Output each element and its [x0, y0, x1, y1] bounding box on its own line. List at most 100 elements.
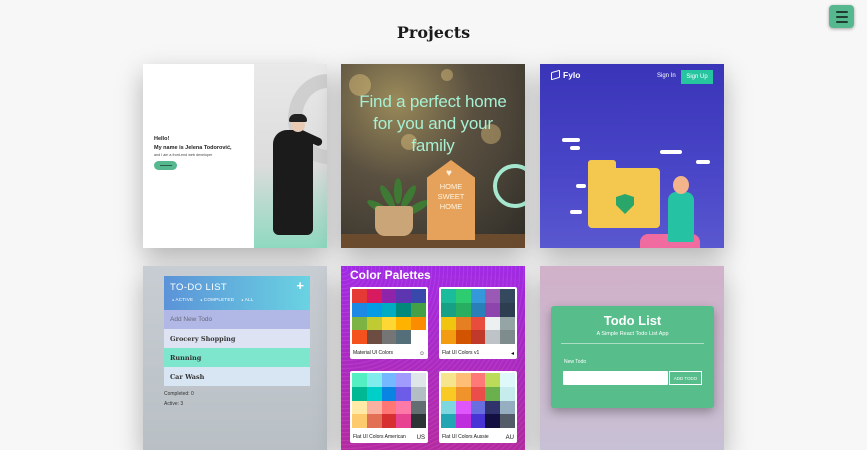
color-swatch	[366, 316, 382, 331]
color-swatch	[500, 386, 515, 401]
palette-name: Material UI Colors	[353, 350, 394, 356]
color-swatch	[411, 316, 426, 331]
color-swatch	[441, 289, 456, 303]
todo-app-title: Todo List	[603, 313, 662, 328]
color-swatch	[441, 302, 456, 317]
color-swatch	[470, 316, 486, 331]
color-swatch	[441, 373, 456, 387]
layers-icon	[551, 69, 560, 81]
color-swatch	[396, 330, 412, 344]
color-swatch	[485, 400, 501, 415]
palette-name: Flat UI Colors Aussie	[442, 434, 489, 440]
plant-pot	[375, 206, 413, 236]
color-swatch	[470, 302, 486, 317]
palette-name: Flat UI Colors v1	[442, 350, 480, 356]
fylo-logo: Fylo	[551, 69, 580, 81]
todo-item: Grocery Shopping	[164, 329, 310, 348]
page-title: Projects	[396, 23, 471, 42]
color-swatch	[455, 414, 471, 428]
color-swatch	[485, 289, 501, 303]
project-card-react-todo[interactable]: Todo List A Simple React Todo List App N…	[540, 266, 724, 450]
todo-item: Running	[164, 348, 310, 367]
color-swatch	[366, 330, 382, 344]
clock-icon	[493, 164, 525, 208]
color-swatch	[500, 414, 515, 428]
active-count: Active: 3	[164, 401, 184, 407]
color-swatch	[366, 400, 382, 415]
color-swatch	[455, 289, 471, 303]
color-swatch	[352, 373, 367, 387]
palette-card: Flat UI Colors American US	[350, 371, 428, 443]
color-swatch	[352, 330, 367, 344]
color-swatch	[485, 414, 501, 428]
color-swatch	[381, 386, 397, 401]
color-swatch	[485, 302, 501, 317]
color-swatch	[411, 289, 426, 303]
todo-panel: Todo List A Simple React Todo List App N…	[551, 306, 714, 408]
greeting: Hello!	[154, 136, 170, 142]
palette-card: Material UI Colors ☺	[350, 287, 428, 359]
sign-up-button: Sign Up	[681, 70, 713, 84]
color-swatch	[396, 400, 412, 415]
swatch-grid	[352, 373, 426, 428]
color-swatch	[366, 373, 382, 387]
color-swatch	[352, 386, 367, 401]
color-swatch	[411, 400, 426, 415]
color-swatch	[441, 330, 456, 344]
color-swatch	[485, 316, 501, 331]
color-swatch	[470, 400, 486, 415]
color-swatch	[500, 373, 515, 387]
color-swatch	[381, 414, 397, 428]
color-swatch	[381, 302, 397, 317]
color-swatch	[381, 373, 397, 387]
color-swatch	[366, 386, 382, 401]
color-swatch	[455, 330, 471, 344]
color-swatch	[352, 289, 367, 303]
color-swatch	[441, 386, 456, 401]
todo-item: Car Wash	[164, 367, 310, 386]
person-illustration	[668, 192, 694, 242]
color-swatch	[396, 373, 412, 387]
add-todo-button: ADD TODO	[669, 371, 702, 385]
project-card-todo[interactable]: TO-DO LIST + ACTIVE COMPLETED ALL Add Ne…	[143, 266, 327, 450]
color-swatch	[411, 386, 426, 401]
plus-icon: +	[296, 278, 304, 293]
new-todo-label: New Todo	[564, 359, 587, 365]
palettes-title: Color Palettes	[350, 268, 431, 282]
color-swatch	[500, 316, 515, 331]
swatch-grid	[441, 373, 515, 428]
color-swatch	[441, 316, 456, 331]
project-card-palettes[interactable]: Color Palettes Material UI Colors ☺ Flat…	[341, 266, 525, 450]
color-swatch	[396, 386, 412, 401]
palette-card: Flat UI Colors Aussie AU	[439, 371, 517, 443]
color-swatch	[470, 330, 486, 344]
color-swatch	[455, 373, 471, 387]
project-card-fylo[interactable]: Fylo Sign In Sign Up	[540, 64, 724, 248]
color-swatch	[470, 414, 486, 428]
house-sign-text: HOME SWEET HOME	[437, 182, 465, 211]
color-swatch	[381, 400, 397, 415]
color-swatch	[411, 373, 426, 387]
color-swatch	[455, 400, 471, 415]
color-swatch	[381, 316, 397, 331]
color-swatch	[441, 400, 456, 415]
color-swatch	[441, 414, 456, 428]
color-swatch	[411, 302, 426, 317]
color-swatch	[470, 373, 486, 387]
person-figure	[273, 130, 313, 235]
project-card-home[interactable]: Find a perfect home for you and your fam…	[341, 64, 525, 248]
color-swatch	[352, 400, 367, 415]
divider	[561, 343, 704, 344]
color-swatch	[470, 386, 486, 401]
swatch-grid	[352, 289, 426, 344]
todo-header: TO-DO LIST + ACTIVE COMPLETED ALL	[164, 276, 310, 310]
color-swatch	[381, 330, 397, 344]
color-swatch	[381, 289, 397, 303]
color-swatch	[455, 316, 471, 331]
color-swatch	[366, 289, 382, 303]
color-swatch	[366, 302, 382, 317]
color-swatch	[500, 400, 515, 415]
color-swatch	[396, 289, 412, 303]
project-card-portfolio[interactable]: Hello! My name is Jelena Todorović, and …	[143, 64, 327, 248]
palette-name: Flat UI Colors American	[353, 434, 406, 440]
